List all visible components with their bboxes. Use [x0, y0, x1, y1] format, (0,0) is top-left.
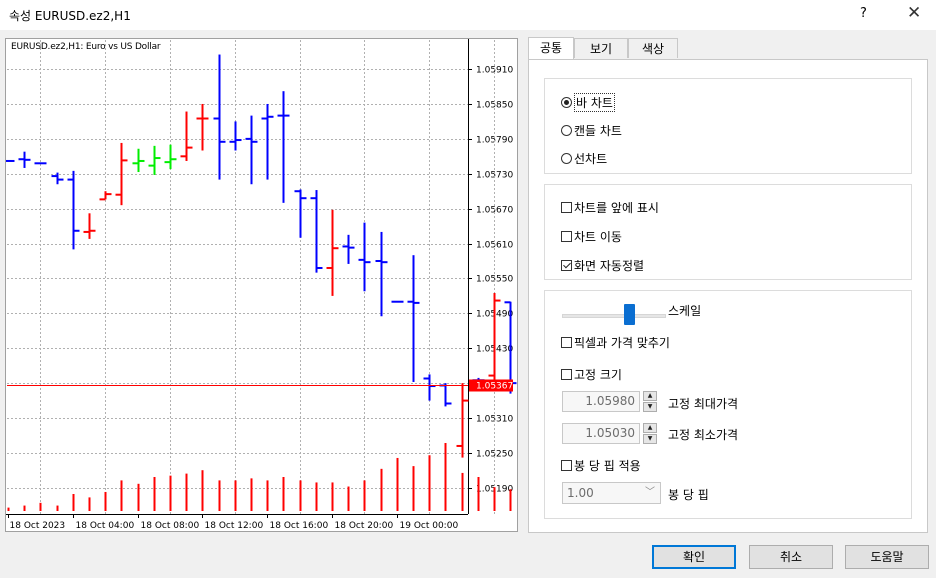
radio-candle-chart[interactable]: 캔들 차트 — [561, 122, 622, 139]
fixed-max-input[interactable]: 1.05980 — [562, 391, 640, 412]
price-chart: 1.059101.058501.057901.057301.056701.056… — [6, 39, 517, 531]
fixed-max-stepper[interactable]: ▲ ▼ — [643, 391, 657, 412]
x-tick-label: 18 Oct 16:00 — [270, 521, 329, 531]
spin-up-icon[interactable]: ▲ — [643, 423, 657, 433]
y-tick-label: 1.05910 — [476, 66, 513, 76]
checkbox-pips-label: 봉 당 핍 적용 — [574, 459, 641, 473]
pips-per-bar-select[interactable]: 1.00 ﹀ — [562, 482, 661, 504]
fixed-min-label: 고정 최소가격 — [668, 428, 739, 442]
scale-label: 스케일 — [668, 304, 702, 318]
radio-candle-indicator — [561, 125, 572, 136]
y-tick-label: 1.05250 — [476, 450, 513, 460]
chart-preview: 1.05910 1.05850 1.05790 1.05730 1.05670 1.056… — [5, 38, 518, 532]
radio-candle-label: 캔들 차트 — [574, 124, 622, 138]
cancel-button[interactable]: 취소 — [749, 545, 833, 569]
radio-line-indicator — [561, 153, 572, 164]
radio-bar-indicator — [561, 97, 572, 108]
title-bar: 속성 EURUSD.ez2,H1 ? ✕ — [0, 0, 936, 30]
x-tick-label: 18 Oct 08:00 — [141, 521, 200, 531]
ok-button[interactable]: 확인 — [652, 545, 736, 569]
x-tick-label: 18 Oct 12:00 — [205, 521, 264, 531]
chevron-down-icon: ﹀ — [645, 487, 655, 498]
scale-slider-thumb[interactable] — [624, 304, 635, 325]
x-tick-label: 18 Oct 04:00 — [76, 521, 135, 531]
tab-view-label: 보기 — [589, 42, 613, 56]
checkbox-pips-per-bar[interactable]: 봉 당 핍 적용 — [561, 457, 641, 474]
checkbox-pips-box — [561, 460, 572, 471]
radio-bar-label: 바 차트 — [574, 93, 615, 112]
radio-line-chart[interactable]: 선차트 — [561, 150, 607, 167]
fixed-min-stepper[interactable]: ▲ ▼ — [643, 423, 657, 444]
y-tick-label: 1.05670 — [476, 206, 513, 216]
close-icon[interactable]: ✕ — [907, 3, 921, 23]
checkbox-shift-label: 차트 이동 — [574, 230, 622, 244]
pips-per-bar-value: 1.00 — [567, 486, 594, 500]
spin-down-icon[interactable]: ▼ — [643, 434, 657, 444]
pips-per-bar-label: 봉 당 핍 — [668, 488, 709, 502]
checkbox-foreground-label: 차트를 앞에 표시 — [574, 201, 659, 215]
scale-slider-track[interactable] — [562, 314, 666, 318]
checkbox-autoscroll-box — [561, 260, 572, 271]
checkbox-fit-price-box — [561, 337, 572, 348]
checkbox-fixed-label: 고정 크기 — [574, 368, 622, 382]
checkbox-fit-price-label: 픽셀과 가격 맞추기 — [574, 336, 670, 350]
tab-colors[interactable]: 색상 — [628, 38, 678, 58]
spin-up-icon[interactable]: ▲ — [643, 391, 657, 401]
checkbox-autoscroll[interactable]: 화면 자동정렬 — [561, 257, 644, 274]
checkbox-shift-box — [561, 231, 572, 242]
tab-common[interactable]: 공통 — [528, 37, 574, 59]
help-button[interactable]: 도움말 — [845, 545, 929, 569]
tab-view[interactable]: 보기 — [574, 38, 628, 58]
fixed-min-input[interactable]: 1.05030 — [562, 423, 640, 444]
checkbox-foreground-box — [561, 202, 572, 213]
checkbox-fixed-scale[interactable]: 고정 크기 — [561, 366, 622, 383]
checkbox-chart-shift[interactable]: 차트 이동 — [561, 228, 622, 245]
tab-colors-label: 색상 — [641, 42, 665, 56]
radio-bar-chart[interactable]: 바 차트 — [561, 93, 615, 112]
x-tick-label: 19 Oct 00:00 — [400, 521, 459, 531]
help-title-button[interactable]: ? — [860, 6, 867, 21]
checkbox-fit-price[interactable]: 픽셀과 가격 맞추기 — [561, 334, 670, 351]
checkbox-fixed-box — [561, 369, 572, 380]
current-price-label: 1.05367 — [476, 382, 513, 392]
x-tick-label: 18 Oct 2023 — [10, 521, 66, 531]
radio-line-label: 선차트 — [574, 152, 608, 166]
chart-header: EURUSD.ez2,H1: Euro vs US Dollar — [11, 42, 161, 52]
spin-down-icon[interactable]: ▼ — [643, 402, 657, 412]
x-tick-label: 18 Oct 20:00 — [335, 521, 394, 531]
checkbox-chart-foreground[interactable]: 차트를 앞에 표시 — [561, 199, 659, 216]
window-title: 속성 EURUSD.ez2,H1 — [9, 9, 131, 23]
checkbox-autoscroll-label: 화면 자동정렬 — [574, 259, 645, 273]
fixed-max-label: 고정 최대가격 — [668, 397, 739, 411]
tab-common-label: 공통 — [539, 41, 563, 55]
